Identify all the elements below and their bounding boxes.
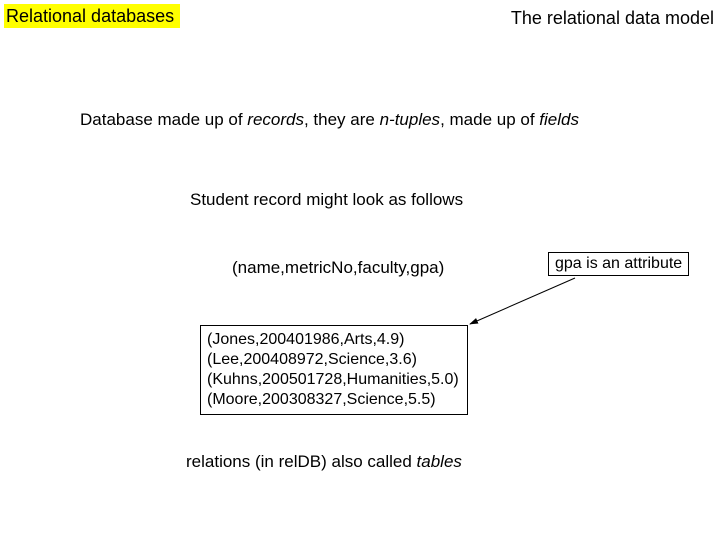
term-records: records [247,110,304,129]
record-row: (Jones,200401986,Arts,4.9) [207,330,459,350]
term-fields: fields [539,110,579,129]
attribute-callout-box: gpa is an attribute [548,252,689,276]
text-fragment: relations (in relDB) also called [186,452,417,471]
records-box: (Jones,200401986,Arts,4.9) (Lee,20040897… [200,325,468,415]
slide-topic-highlight: Relational databases [4,6,180,27]
tuple-schema: (name,metricNo,faculty,gpa) [232,258,444,278]
text-fragment: Database made up of [80,110,247,129]
record-row: (Kuhns,200501728,Humanities,5.0) [207,370,459,390]
student-intro-line: Student record might look as follows [190,190,463,210]
text-fragment: , made up of [440,110,539,129]
term-tables: tables [417,452,462,471]
term-ntuples: n-tuples [380,110,440,129]
record-row: (Lee,200408972,Science,3.6) [207,350,459,370]
footer-sentence: relations (in relDB) also called tables [186,452,462,472]
text-fragment: , they are [304,110,380,129]
slide-topic-text: Relational databases [4,4,180,28]
record-row: (Moore,200308327,Science,5.5) [207,390,459,410]
slide-title: The relational data model [511,8,714,29]
intro-sentence: Database made up of records, they are n-… [80,110,579,130]
